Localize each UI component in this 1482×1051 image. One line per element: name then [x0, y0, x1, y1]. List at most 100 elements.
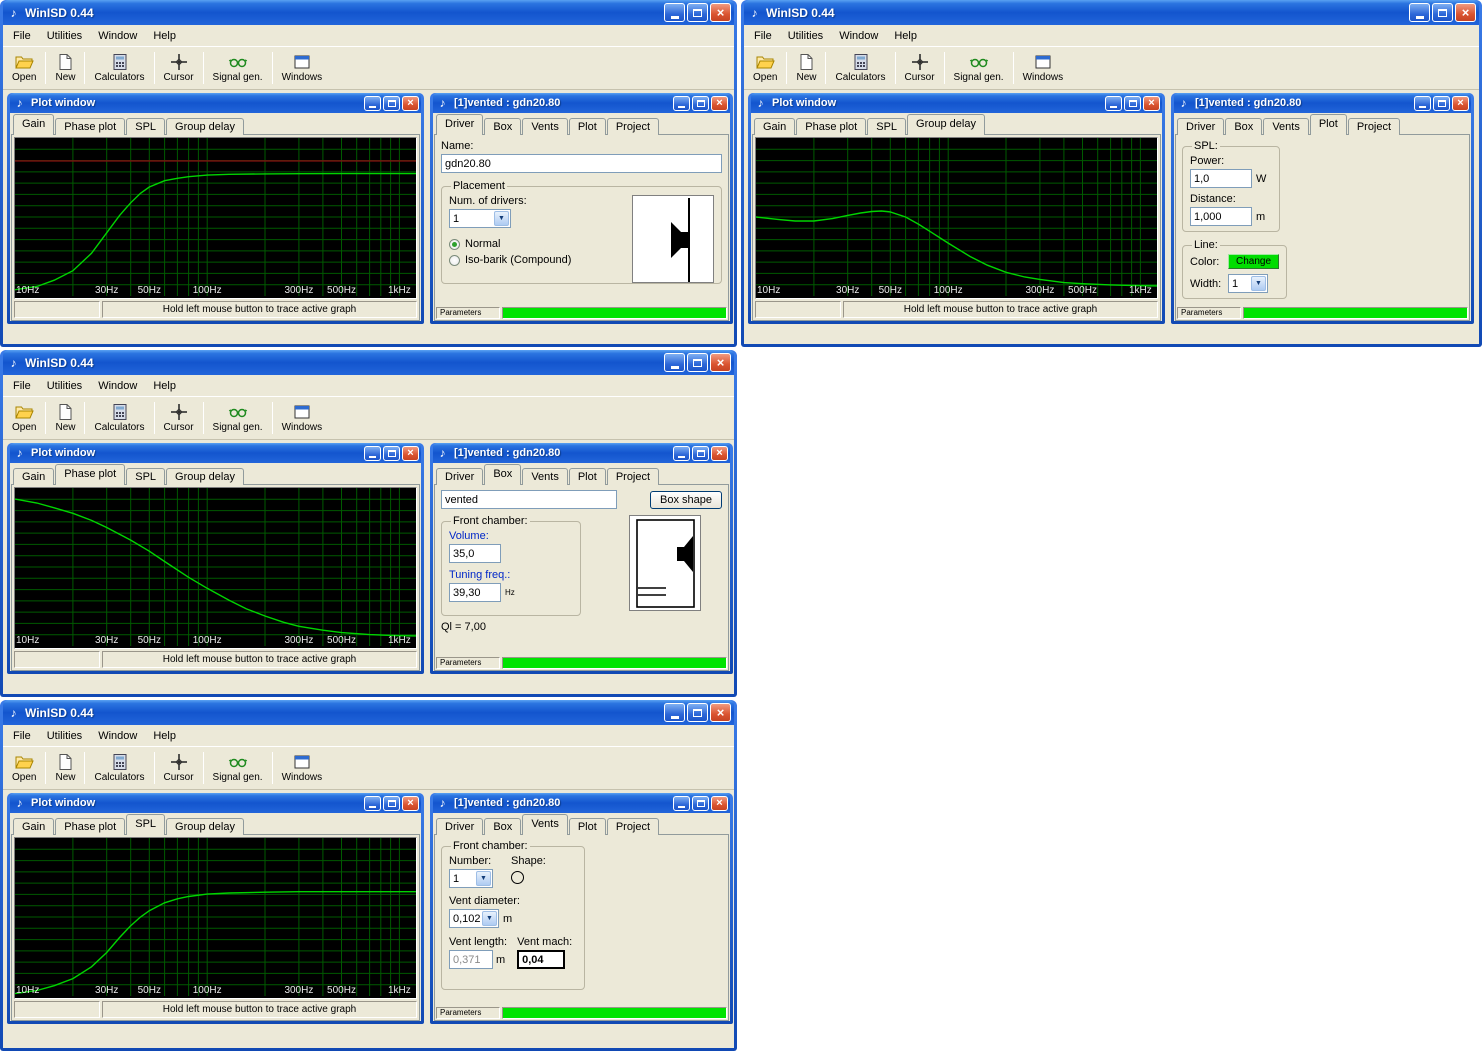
tab-driver[interactable]: Driver	[1177, 118, 1225, 135]
parameters-label[interactable]: Parameters	[436, 1007, 500, 1019]
signal-gen-button[interactable]: Signal gen.	[206, 48, 270, 88]
volume-input[interactable]	[449, 544, 501, 563]
power-input[interactable]	[1190, 169, 1252, 188]
tab-vents[interactable]: Vents	[1263, 118, 1309, 135]
tab-gain[interactable]: Gain	[13, 818, 55, 835]
signal-gen-button[interactable]: Signal gen.	[206, 748, 270, 788]
tab-project[interactable]: Project	[606, 118, 660, 135]
menu-utilities[interactable]: Utilities	[39, 727, 90, 745]
menu-file[interactable]: File	[5, 377, 39, 395]
close-button[interactable]: ×	[711, 95, 728, 111]
box-type-input[interactable]	[441, 490, 617, 509]
open-button[interactable]: Open	[5, 48, 43, 88]
new-button[interactable]: New	[48, 398, 82, 438]
maximize-button[interactable]	[1124, 95, 1141, 111]
tab-project[interactable]: Project	[606, 468, 660, 485]
menu-window[interactable]: Window	[90, 727, 145, 745]
windows-button[interactable]: Windows	[1016, 48, 1071, 88]
vent-length-input[interactable]	[449, 950, 493, 969]
tab-driver[interactable]: Driver	[436, 818, 484, 835]
radio-isobarik[interactable]: Iso-barik (Compound)	[449, 254, 571, 266]
close-button[interactable]: ×	[710, 703, 731, 722]
tab-driver[interactable]: Driver	[436, 114, 484, 135]
open-button[interactable]: Open	[5, 398, 43, 438]
vent-diameter-select[interactable]: 0,102 ▼	[449, 909, 499, 928]
title-bar[interactable]: ♪ WinISD 0.44 ×	[744, 0, 1479, 25]
tab-project[interactable]: Project	[606, 818, 660, 835]
menu-file[interactable]: File	[5, 27, 39, 45]
maximize-button[interactable]	[383, 95, 400, 111]
tab-phase-plot[interactable]: Phase plot	[55, 118, 126, 135]
maximize-button[interactable]	[383, 795, 400, 811]
group-delay-plot-area[interactable]: 10Hz 30Hz 50Hz 100Hz 300Hz 500Hz 1kHz	[755, 137, 1158, 299]
num-drivers-select[interactable]: 1 ▼	[449, 209, 511, 228]
tuning-freq-link[interactable]: Tuning freq.:	[449, 569, 573, 581]
title-bar[interactable]: ♪ WinISD 0.44 ×	[3, 700, 734, 725]
distance-input[interactable]	[1190, 207, 1252, 226]
maximize-button[interactable]	[692, 445, 709, 461]
volume-link[interactable]: Volume:	[449, 530, 573, 542]
tab-vents[interactable]: Vents	[522, 118, 568, 135]
vent-mach-input[interactable]	[517, 950, 566, 969]
maximize-button[interactable]	[687, 3, 708, 22]
vent-number-select[interactable]: 1 ▼	[449, 869, 493, 888]
tab-group-delay[interactable]: Group delay	[166, 118, 244, 135]
tuning-freq-input[interactable]	[449, 583, 501, 602]
plot-window-title-bar[interactable]: ♪ Plot window ×	[10, 443, 421, 463]
cursor-button[interactable]: Cursor	[898, 48, 942, 88]
title-bar[interactable]: ♪ WinISD 0.44 ×	[3, 350, 734, 375]
menu-help[interactable]: Help	[145, 727, 184, 745]
minimize-button[interactable]	[664, 3, 685, 22]
maximize-button[interactable]	[1432, 3, 1453, 22]
parameters-label[interactable]: Parameters	[1177, 307, 1241, 319]
minimize-button[interactable]	[664, 353, 685, 372]
menu-utilities[interactable]: Utilities	[39, 27, 90, 45]
windows-button[interactable]: Windows	[275, 748, 330, 788]
calculators-button[interactable]: Calculators	[87, 748, 151, 788]
line-width-select[interactable]: 1 ▼	[1228, 274, 1268, 293]
close-button[interactable]: ×	[402, 95, 419, 111]
close-button[interactable]: ×	[1452, 95, 1469, 111]
menu-help[interactable]: Help	[145, 27, 184, 45]
close-button[interactable]: ×	[402, 795, 419, 811]
spl-plot-area[interactable]: 10Hz 30Hz 50Hz 100Hz 300Hz 500Hz 1kHz	[14, 837, 417, 999]
minimize-button[interactable]	[673, 95, 690, 111]
menu-window[interactable]: Window	[90, 27, 145, 45]
vented-window-title-bar[interactable]: ♪ [1]vented : gdn20.80 ×	[433, 93, 730, 113]
tab-spl[interactable]: SPL	[126, 468, 166, 485]
tab-plot[interactable]: Plot	[1309, 114, 1347, 135]
maximize-button[interactable]	[687, 353, 708, 372]
vented-window-title-bar[interactable]: ♪ [1]vented : gdn20.80 ×	[433, 793, 730, 813]
tab-plot[interactable]: Plot	[568, 818, 606, 835]
windows-button[interactable]: Windows	[275, 48, 330, 88]
maximize-button[interactable]	[692, 795, 709, 811]
menu-help[interactable]: Help	[886, 27, 925, 45]
minimize-button[interactable]	[1105, 95, 1122, 111]
cursor-button[interactable]: Cursor	[157, 748, 201, 788]
tab-phase-plot[interactable]: Phase plot	[796, 118, 867, 135]
open-button[interactable]: Open	[5, 748, 43, 788]
menu-window[interactable]: Window	[831, 27, 886, 45]
tab-phase-plot[interactable]: Phase plot	[55, 464, 126, 485]
plot-window-title-bar[interactable]: ♪ Plot window ×	[10, 793, 421, 813]
tab-spl[interactable]: SPL	[867, 118, 907, 135]
close-button[interactable]: ×	[710, 353, 731, 372]
menu-help[interactable]: Help	[145, 377, 184, 395]
tab-gain[interactable]: Gain	[754, 118, 796, 135]
menu-file[interactable]: File	[746, 27, 780, 45]
minimize-button[interactable]	[364, 795, 381, 811]
cursor-button[interactable]: Cursor	[157, 48, 201, 88]
plot-window-title-bar[interactable]: ♪ Plot window ×	[10, 93, 421, 113]
gain-plot-area[interactable]: 10Hz 30Hz 50Hz 100Hz 300Hz 500Hz 1kHz	[14, 137, 417, 299]
maximize-button[interactable]	[692, 95, 709, 111]
tab-box[interactable]: Box	[1225, 118, 1263, 135]
calculators-button[interactable]: Calculators	[87, 48, 151, 88]
new-button[interactable]: New	[48, 48, 82, 88]
tab-plot[interactable]: Plot	[568, 118, 606, 135]
windows-button[interactable]: Windows	[275, 398, 330, 438]
tab-spl[interactable]: SPL	[126, 814, 166, 835]
minimize-button[interactable]	[364, 445, 381, 461]
tab-plot[interactable]: Plot	[568, 468, 606, 485]
new-button[interactable]: New	[789, 48, 823, 88]
tab-project[interactable]: Project	[1347, 118, 1401, 135]
